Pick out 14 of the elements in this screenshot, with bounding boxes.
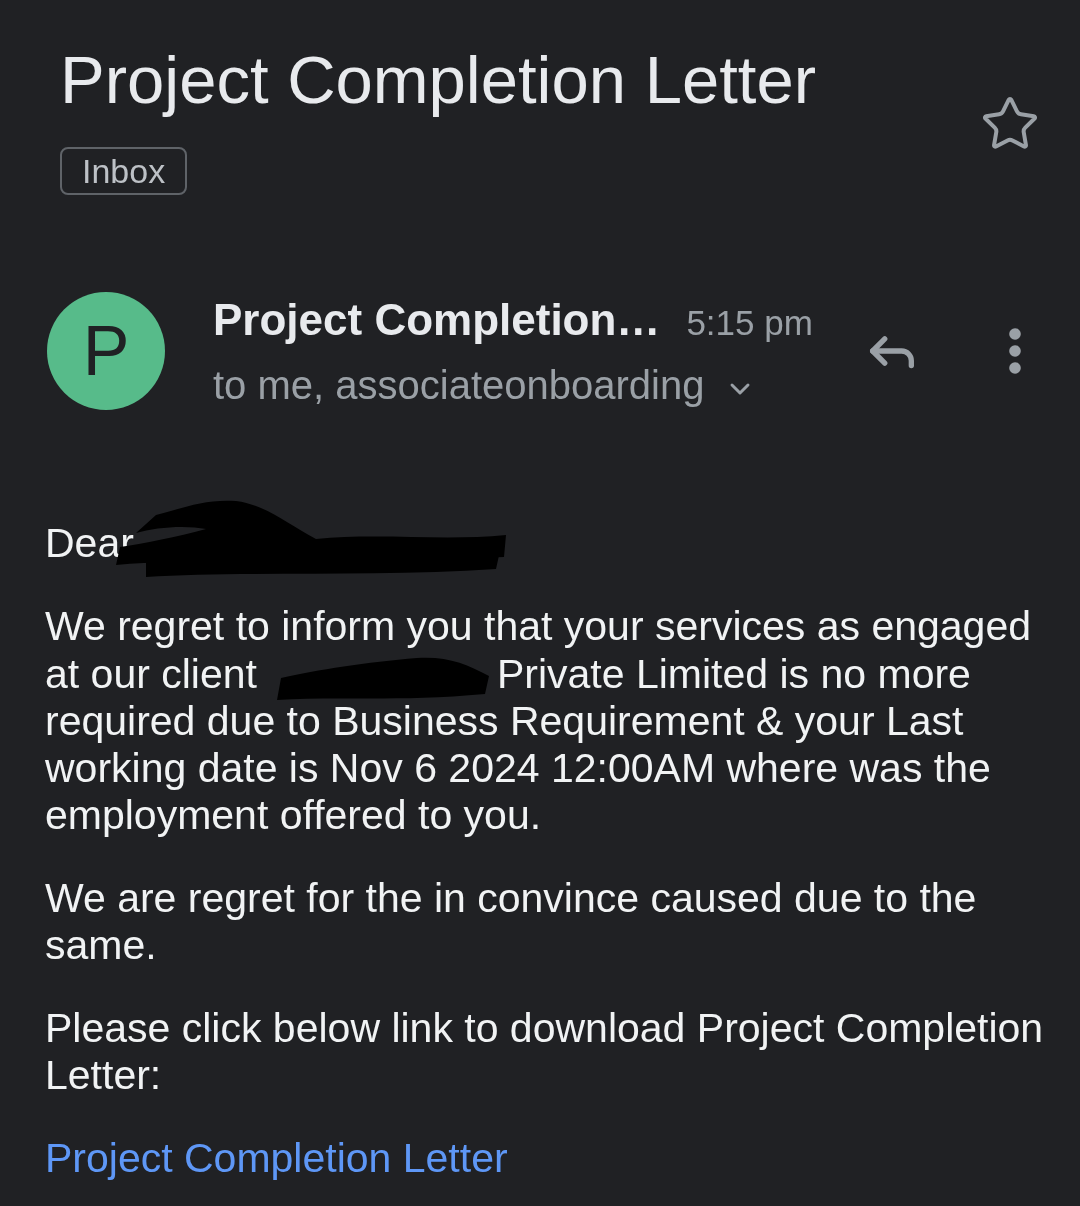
body-text: Private Limited is no more [496,650,971,698]
letter-link[interactable]: Project Completion Letter [45,1135,508,1182]
email-subject: Project Completion Letter [60,41,816,119]
body-text: We are regret for the in convince caused due to the same. [45,875,978,969]
inbox-label[interactable]: Inbox [60,147,188,195]
body-text: Please click below link to download Project Completion Letter: [45,1005,1045,1099]
body-text: at our client [45,650,257,698]
body-text: required due to Business Requirement & your Last working date is Nov 6 2024 12:00AM where was the employment offered to you. [45,698,992,839]
time-text: 5:15 pm [686,302,813,344]
sender-name: Project Completion… [213,294,661,346]
more-options-icon[interactable] [1009,328,1021,374]
avatar-icon: P [47,292,165,410]
body-text: We regret to inform you that your services as engaged [45,603,1032,650]
recipients-text: to me, associateonboarding [213,362,705,409]
